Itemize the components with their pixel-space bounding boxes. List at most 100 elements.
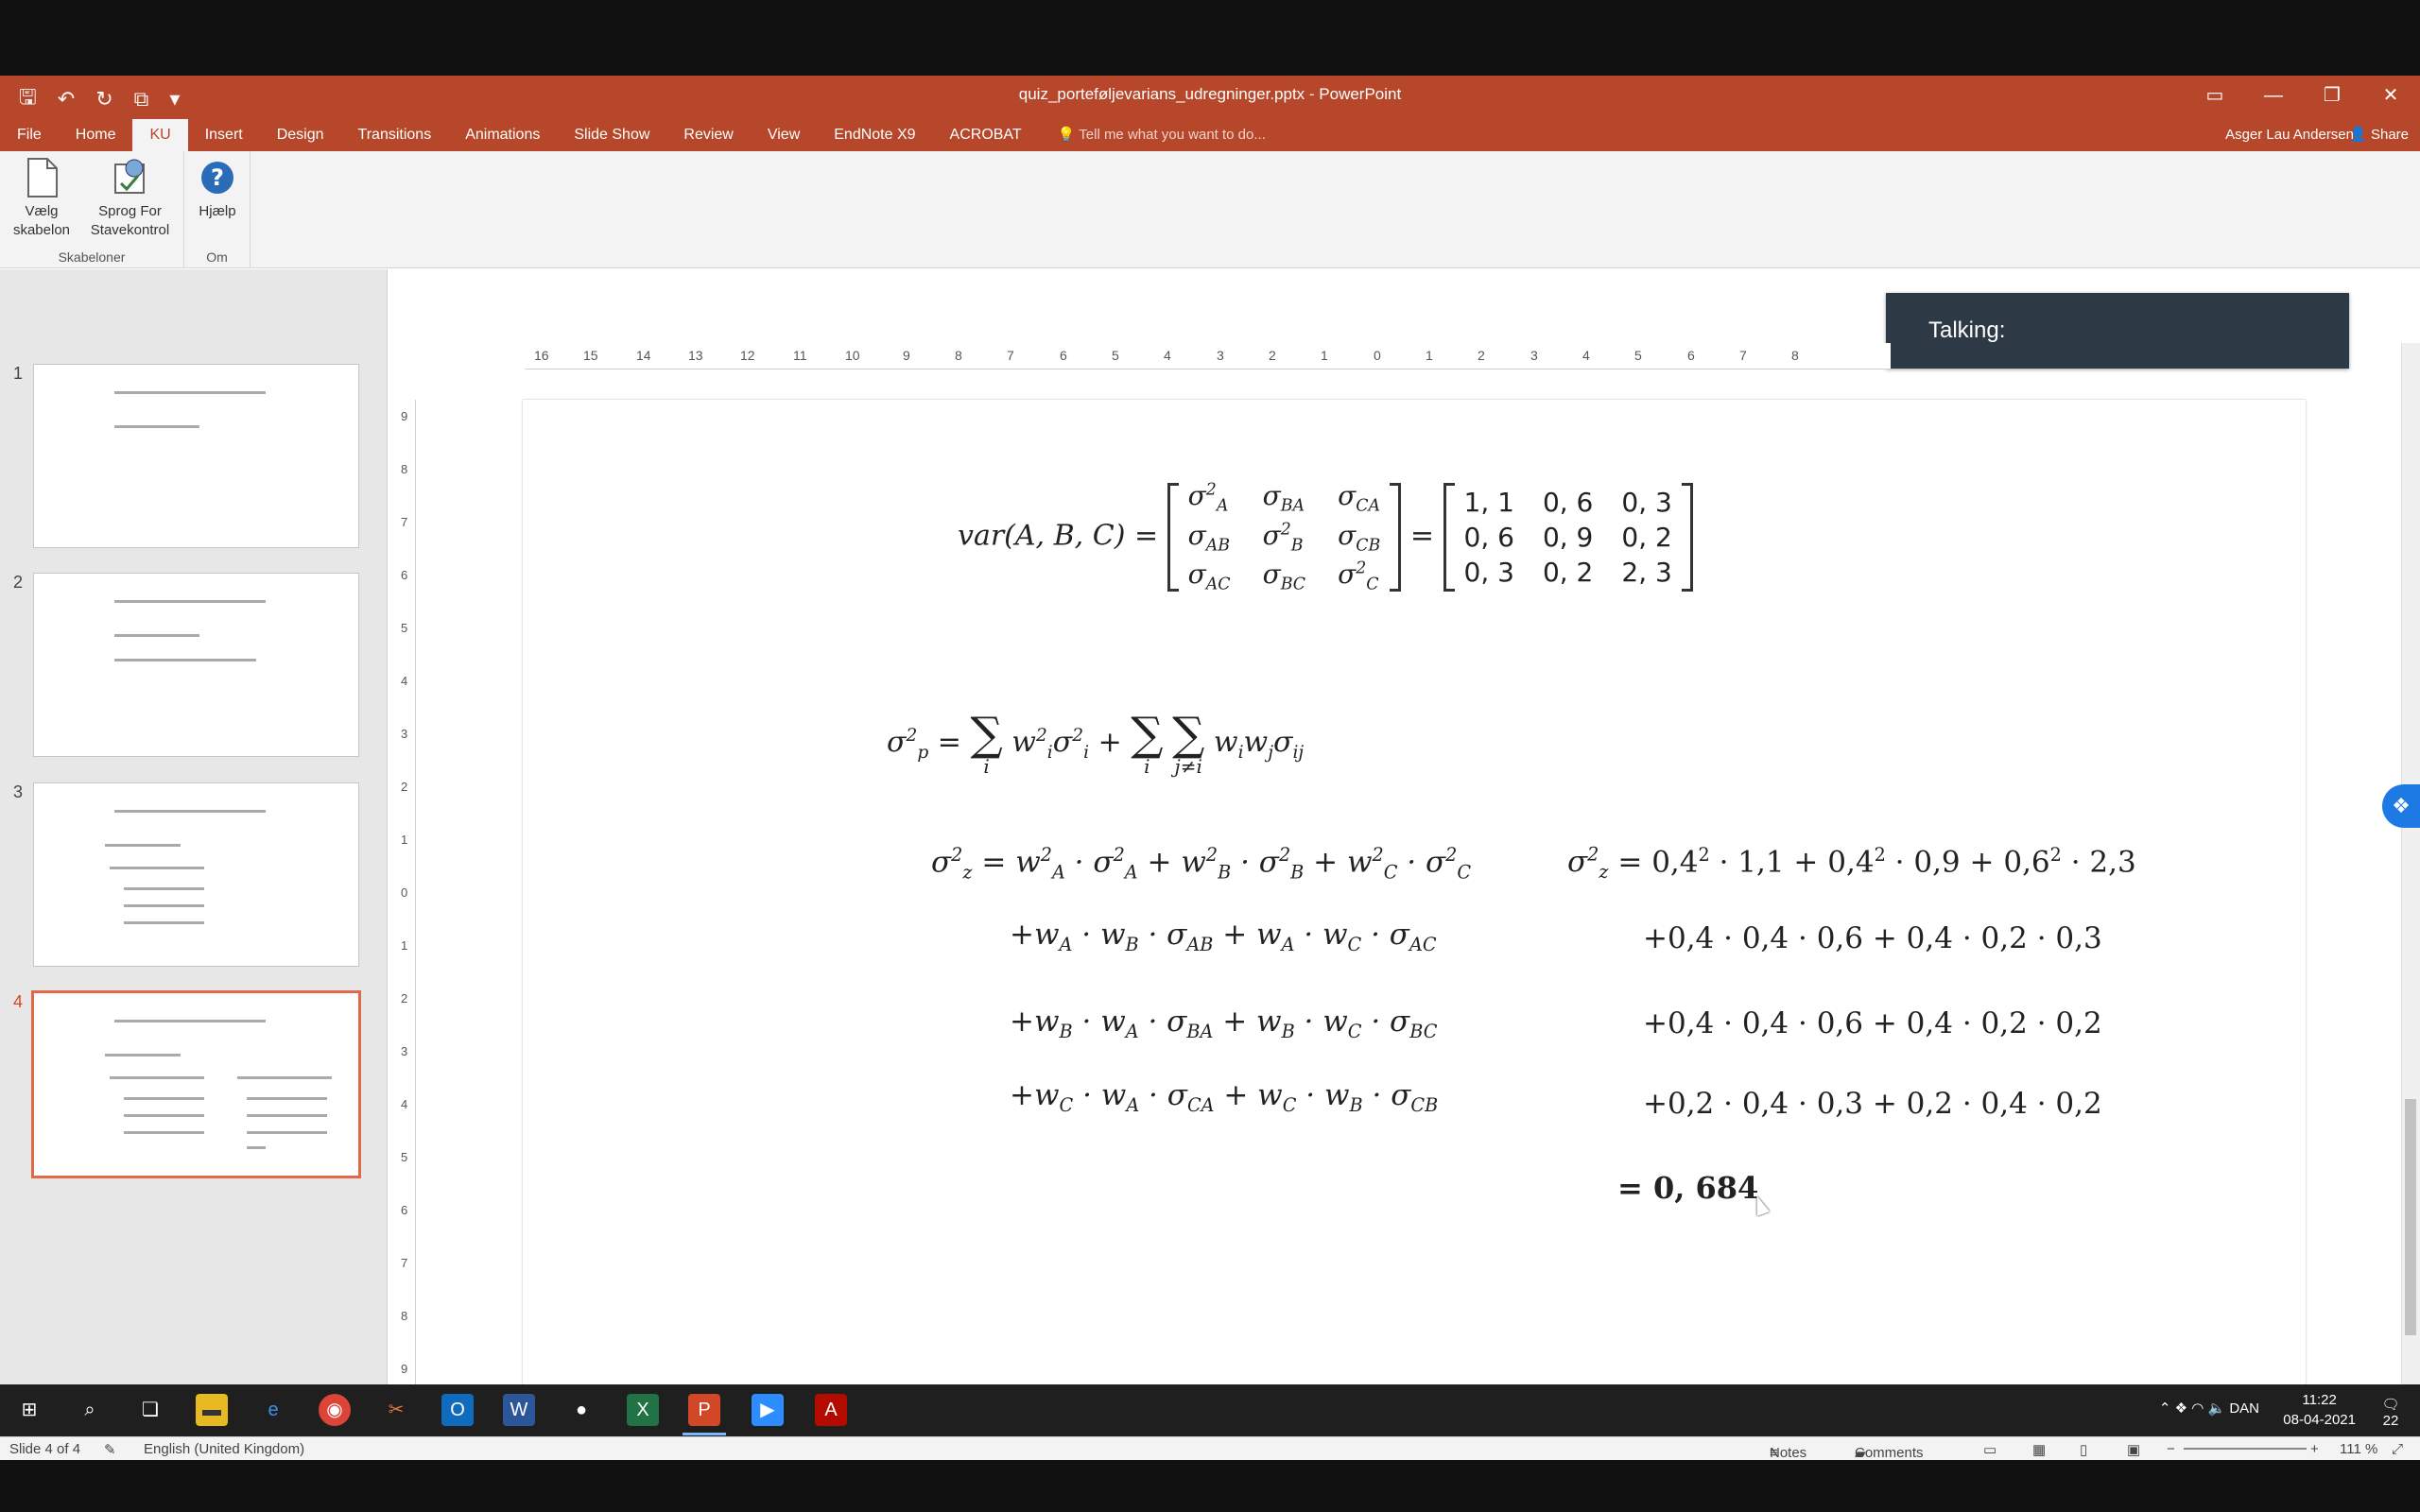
- tab-animations[interactable]: Animations: [448, 119, 557, 151]
- ruler-tick: 1: [401, 938, 408, 953]
- ribbon-group-om: ? Hjælp Om: [184, 151, 251, 268]
- outlook-icon[interactable]: O: [441, 1394, 474, 1426]
- scrollbar-thumb[interactable]: [2405, 1099, 2416, 1335]
- volume-icon[interactable]: 🔈: [2207, 1400, 2229, 1417]
- ruler-tick: 5: [401, 621, 408, 635]
- left-bracket: [1443, 482, 1455, 592]
- vertical-scrollbar[interactable]: [2401, 343, 2420, 1403]
- equals-sign: =: [1409, 519, 1434, 553]
- ruler-tick: 5: [401, 1150, 408, 1164]
- slide-thumbnails-pane: 1 2 3 4: [0, 269, 388, 1436]
- matrix-cell: σBA: [1262, 480, 1305, 516]
- snipping-tool-icon[interactable]: ✂: [380, 1394, 412, 1426]
- variance-matrix-equation: var(A, B, C) = σ2A σBA σCA σAB σ2B σCB σAC σB…: [958, 480, 1693, 594]
- sum-symbol: ∑ j≠i: [1172, 708, 1205, 778]
- zoom-in-icon[interactable]: +: [2310, 1441, 2319, 1457]
- tell-me-search[interactable]: 💡 Tell me what you want to do...: [1039, 119, 1266, 151]
- equals-sign: =: [1133, 519, 1159, 553]
- powerpoint-icon[interactable]: P: [688, 1394, 720, 1426]
- slide-thumbnail-4[interactable]: [31, 990, 361, 1178]
- share-button[interactable]: 👤 Share: [2349, 119, 2409, 151]
- ribbon-display-options-icon[interactable]: ▭: [2186, 76, 2244, 115]
- fit-to-window-icon[interactable]: ⤢: [2392, 1441, 2403, 1457]
- zoom-icon[interactable]: ▶: [752, 1394, 784, 1426]
- system-tray[interactable]: ⌃ ❖ ◠ 🔈 DAN: [2159, 1400, 2259, 1417]
- network-icon[interactable]: ◠: [2191, 1400, 2207, 1417]
- matrix-cell: 0, 3: [1621, 486, 1672, 518]
- sprog-label: Sprog For: [98, 203, 162, 219]
- input-language[interactable]: DAN: [2229, 1400, 2259, 1417]
- ruler-tick: 1: [401, 833, 408, 847]
- restore-button[interactable]: ❐: [2303, 76, 2361, 115]
- tab-design[interactable]: Design: [260, 119, 341, 151]
- clock[interactable]: 11:22 08-04-2021: [2283, 1390, 2356, 1430]
- chrome-icon[interactable]: ◉: [319, 1394, 351, 1426]
- ruler-tick: 16: [534, 348, 549, 363]
- thumb-line: [124, 1131, 204, 1134]
- normal-view-icon[interactable]: ▭: [1983, 1441, 1996, 1458]
- slide-thumbnail-1[interactable]: [33, 364, 359, 548]
- language-check-icon: [112, 157, 149, 198]
- cov-term: wiwjσij: [1213, 726, 1305, 763]
- slide-thumbnail-2[interactable]: [33, 573, 359, 757]
- dropbox-tray-icon[interactable]: ❖: [2175, 1400, 2192, 1417]
- tab-insert[interactable]: Insert: [188, 119, 260, 151]
- tab-transitions[interactable]: Transitions: [341, 119, 449, 151]
- tab-ku[interactable]: KU: [132, 119, 188, 151]
- thumb-line: [105, 844, 181, 847]
- left-bracket: [1167, 482, 1179, 592]
- tab-acrobat[interactable]: ACROBAT: [933, 119, 1039, 151]
- tab-file[interactable]: File: [0, 119, 59, 151]
- search-icon[interactable]: ⌕: [74, 1394, 106, 1426]
- user-name[interactable]: Asger Lau Andersen: [2225, 119, 2354, 151]
- windows-start-icon[interactable]: ⊞: [13, 1394, 45, 1426]
- language-indicator[interactable]: English (United Kingdom): [144, 1441, 304, 1457]
- zoom-level[interactable]: 111 %: [2340, 1441, 2377, 1457]
- word-icon[interactable]: W: [503, 1394, 535, 1426]
- slide-sorter-icon[interactable]: ▦: [2032, 1441, 2046, 1458]
- matrix-cell: σCA: [1338, 480, 1381, 516]
- zoom-out-icon[interactable]: −: [2167, 1441, 2175, 1457]
- thumbnail-number: 3: [13, 782, 24, 801]
- tab-slide-show[interactable]: Slide Show: [557, 119, 666, 151]
- hjaelp-button[interactable]: ? Hjælp: [189, 157, 246, 221]
- thumb-line: [110, 867, 204, 869]
- ruler-tick: 5: [1112, 348, 1119, 363]
- tab-home[interactable]: Home: [59, 119, 133, 151]
- record-icon[interactable]: ●: [565, 1394, 597, 1426]
- minimize-button[interactable]: —: [2244, 76, 2303, 115]
- ruler-tick: 9: [401, 409, 408, 423]
- ruler-tick: 2: [1478, 348, 1485, 363]
- tray-chevron-icon[interactable]: ⌃: [2159, 1400, 2175, 1417]
- matrix-cell: 1, 1: [1463, 486, 1514, 518]
- ruler-tick: 9: [401, 1362, 408, 1376]
- tab-review[interactable]: Review: [666, 119, 750, 151]
- vaelg-skabelon-button[interactable]: Vælg skabelon: [8, 157, 76, 240]
- tab-endnote[interactable]: EndNote X9: [817, 119, 932, 151]
- internet-explorer-icon[interactable]: e: [257, 1394, 289, 1426]
- slideshow-icon[interactable]: ▣: [2127, 1441, 2140, 1458]
- thumbnail-number: 2: [13, 573, 24, 592]
- clock-date: 08-04-2021: [2283, 1412, 2356, 1428]
- reading-view-icon[interactable]: ▯: [2080, 1441, 2087, 1458]
- thumb-line: [124, 921, 204, 924]
- file-explorer-icon[interactable]: ▬: [196, 1394, 228, 1426]
- slide-canvas[interactable]: var(A, B, C) = σ2A σBA σCA σAB σ2B σCB σAC σB…: [523, 400, 2306, 1404]
- dropbox-icon[interactable]: ❖: [2382, 784, 2420, 828]
- group-label-om: Om: [206, 249, 228, 265]
- excel-icon[interactable]: X: [627, 1394, 659, 1426]
- zoom-slider[interactable]: [2184, 1448, 2307, 1450]
- slide-thumbnail-3[interactable]: [33, 782, 359, 967]
- sprog-for-stavekontrol-button[interactable]: Sprog For Stavekontrol: [80, 157, 180, 240]
- acrobat-icon[interactable]: A: [815, 1394, 847, 1426]
- spellcheck-icon[interactable]: ✎: [104, 1441, 116, 1458]
- ruler-tick: 1: [1321, 348, 1328, 363]
- ruler-tick: 2: [401, 780, 408, 794]
- ruler-tick: 8: [401, 462, 408, 476]
- task-view-icon[interactable]: ❏: [134, 1394, 166, 1426]
- hjaelp-label: Hjælp: [199, 203, 236, 219]
- notifications-button[interactable]: 🗨 22: [2375, 1396, 2407, 1429]
- close-button[interactable]: ✕: [2361, 76, 2420, 115]
- right-bracket: [1390, 482, 1402, 592]
- tab-view[interactable]: View: [751, 119, 817, 151]
